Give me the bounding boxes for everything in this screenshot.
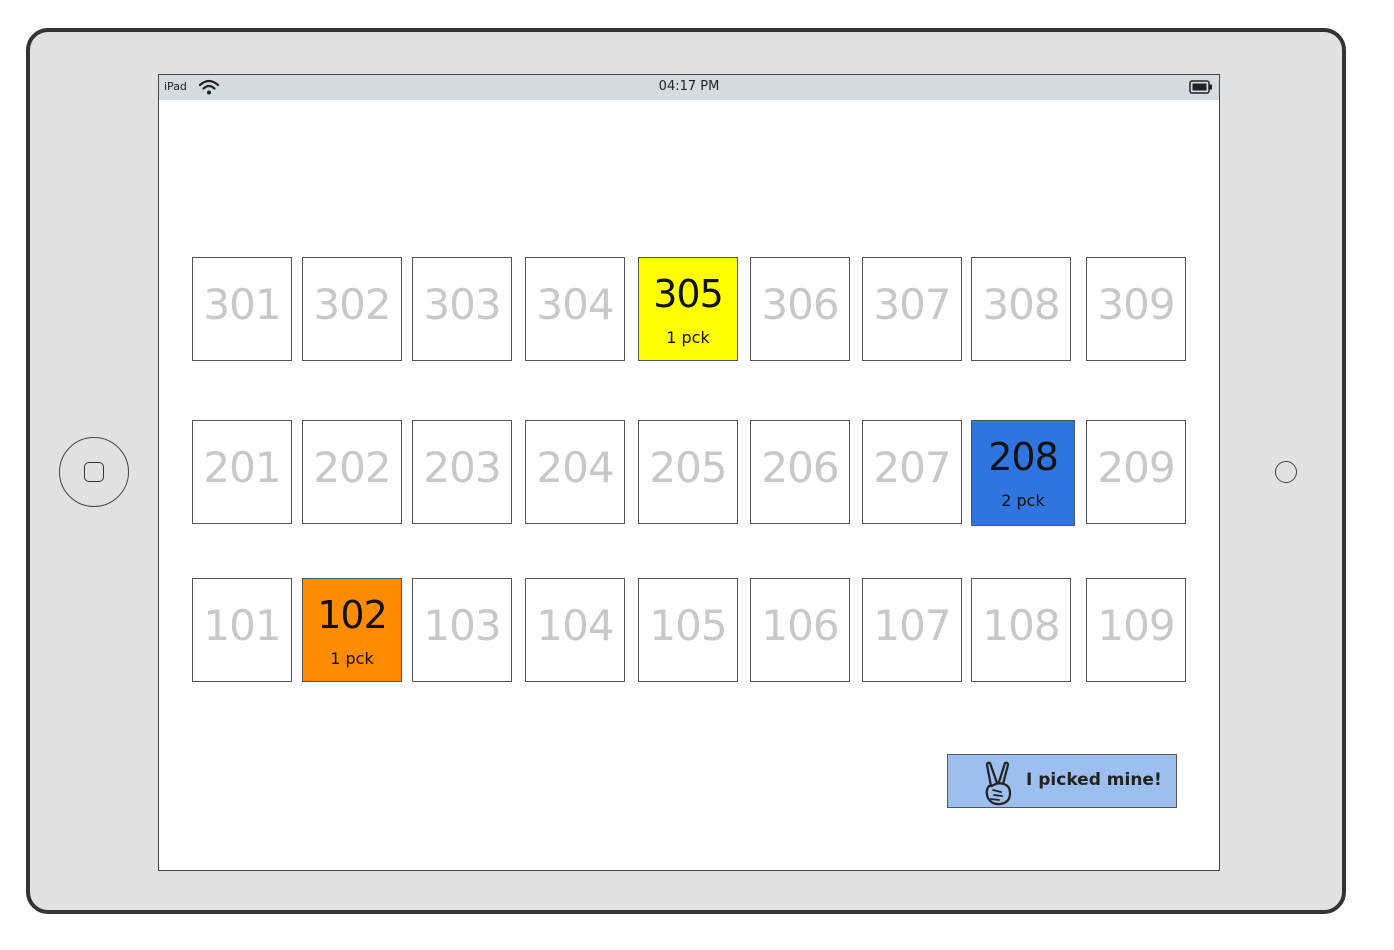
locker-number: 302	[313, 280, 391, 329]
locker-cell-208[interactable]: 208 2 pck	[971, 420, 1075, 526]
locker-cell-209[interactable]: 209	[1086, 420, 1186, 524]
locker-cell-201[interactable]: 201	[192, 420, 292, 524]
locker-number: 201	[203, 443, 281, 492]
locker-cell-203[interactable]: 203	[412, 420, 512, 524]
package-count: 1 pck	[666, 328, 710, 347]
locker-number: 203	[423, 443, 501, 492]
locker-cell-307[interactable]: 307	[862, 257, 962, 361]
package-count: 2 pck	[1001, 491, 1045, 510]
locker-cell-207[interactable]: 207	[862, 420, 962, 524]
locker-cell-308[interactable]: 308	[971, 257, 1071, 361]
locker-cell-204[interactable]: 204	[525, 420, 625, 524]
locker-number: 209	[1097, 443, 1175, 492]
locker-number: 305	[653, 272, 724, 316]
locker-number: 107	[873, 601, 951, 650]
peace-hand-icon	[985, 761, 1012, 806]
battery-icon	[1189, 80, 1212, 94]
locker-number: 306	[761, 280, 839, 329]
locker-cell-105[interactable]: 105	[638, 578, 738, 682]
locker-cell-305[interactable]: 305 1 pck	[638, 257, 738, 361]
locker-number: 303	[423, 280, 501, 329]
home-button[interactable]	[59, 437, 129, 507]
picked-mine-button[interactable]: I picked mine!	[947, 754, 1177, 808]
locker-cell-205[interactable]: 205	[638, 420, 738, 524]
status-bar: iPad 04:17 PM	[159, 75, 1219, 100]
locker-number: 307	[873, 280, 951, 329]
locker-cell-309[interactable]: 309	[1086, 257, 1186, 361]
home-square-icon	[84, 462, 104, 482]
locker-number: 207	[873, 443, 951, 492]
locker-number: 106	[761, 601, 839, 650]
locker-cell-301[interactable]: 301	[192, 257, 292, 361]
locker-cell-104[interactable]: 104	[525, 578, 625, 682]
locker-cell-108[interactable]: 108	[971, 578, 1071, 682]
locker-cell-107[interactable]: 107	[862, 578, 962, 682]
locker-number: 102	[317, 593, 388, 637]
locker-number: 208	[988, 435, 1059, 479]
locker-number: 108	[982, 601, 1060, 650]
locker-cell-109[interactable]: 109	[1086, 578, 1186, 682]
locker-cell-102[interactable]: 102 1 pck	[302, 578, 402, 682]
locker-number: 309	[1097, 280, 1175, 329]
package-count: 1 pck	[330, 649, 374, 668]
locker-cell-106[interactable]: 106	[750, 578, 850, 682]
camera-icon	[1275, 461, 1297, 483]
locker-cell-202[interactable]: 202	[302, 420, 402, 524]
locker-number: 104	[536, 601, 614, 650]
locker-cell-206[interactable]: 206	[750, 420, 850, 524]
locker-number: 304	[536, 280, 614, 329]
locker-cell-103[interactable]: 103	[412, 578, 512, 682]
locker-cell-303[interactable]: 303	[412, 257, 512, 361]
locker-cell-306[interactable]: 306	[750, 257, 850, 361]
locker-number: 308	[982, 280, 1060, 329]
locker-number: 301	[203, 280, 281, 329]
locker-number: 101	[203, 601, 281, 650]
locker-cell-302[interactable]: 302	[302, 257, 402, 361]
locker-number: 103	[423, 601, 501, 650]
locker-number: 105	[649, 601, 727, 650]
locker-number: 204	[536, 443, 614, 492]
locker-number: 109	[1097, 601, 1175, 650]
locker-number: 206	[761, 443, 839, 492]
locker-cell-304[interactable]: 304	[525, 257, 625, 361]
status-time: 04:17 PM	[658, 79, 720, 94]
screen: iPad 04:17 PM 301 302 303 304 305 1 pck 306 307…	[158, 74, 1220, 871]
locker-number: 205	[649, 443, 727, 492]
locker-cell-101[interactable]: 101	[192, 578, 292, 682]
locker-number: 202	[313, 443, 391, 492]
picked-mine-label: I picked mine!	[1026, 770, 1162, 790]
